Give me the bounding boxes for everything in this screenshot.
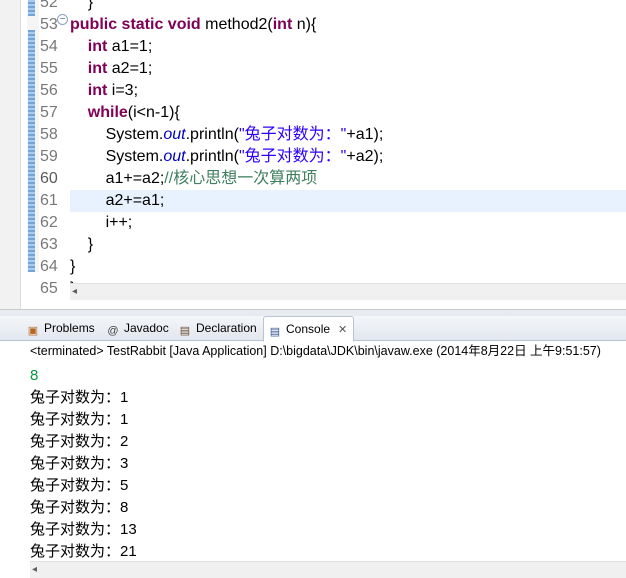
close-icon[interactable]: ✕	[338, 324, 347, 336]
code-text: i=3;	[107, 82, 139, 99]
line-number: 64	[40, 258, 58, 275]
line-number-gutter: 52 53 54 55 56 57 58 59 60 61 62 63 64 6…	[40, 0, 60, 300]
code-text: method2(	[200, 16, 273, 33]
keyword: while	[87, 104, 128, 121]
code-text: a1+=a2;	[105, 170, 165, 187]
console-line: 兔子对数为：8	[30, 499, 129, 516]
line-number: 58	[40, 126, 58, 143]
line-number: 63	[40, 236, 58, 253]
code-line: }	[70, 0, 626, 14]
declaration-icon: ▤	[179, 325, 191, 337]
console-line: 兔子对数为：1	[30, 389, 129, 406]
code-text: }	[87, 0, 94, 11]
keyword: public static void	[70, 16, 201, 33]
keyword: int	[272, 16, 293, 33]
editor-left-margin	[0, 0, 21, 309]
console-output[interactable]: 8 兔子对数为：1 兔子对数为：1 兔子对数为：2 兔子对数为：3 兔子对数为：…	[30, 365, 626, 563]
code-text: (i<n-1){	[127, 104, 180, 121]
code-text: n){	[292, 16, 317, 33]
console-icon: ▤	[269, 326, 281, 338]
console-input-line: 8	[30, 367, 39, 384]
console-line: 兔子对数为：13	[30, 521, 137, 538]
code-line: }	[70, 256, 626, 278]
code-editor[interactable]: 52 53 54 55 56 57 58 59 60 61 62 63 64 6…	[0, 0, 626, 310]
console-status-header: <terminated> TestRabbit [Java Applicatio…	[30, 344, 601, 358]
console-horizontal-scrollbar[interactable]: ◂	[30, 561, 626, 578]
line-number: 55	[40, 60, 58, 77]
code-text: a2+=a1;	[105, 192, 165, 209]
line-number: 62	[40, 214, 58, 231]
code-line: i++;	[70, 212, 626, 234]
keyword: int	[87, 82, 108, 99]
code-line: a1+=a2;//核心思想一次算两项	[70, 168, 626, 190]
code-text: System.	[105, 148, 164, 165]
console-line: 兔子对数为：3	[30, 455, 129, 472]
code-text: a1=1;	[107, 38, 153, 55]
view-tab-bar: ▣ Problems @ Javadoc ▤ Declaration ▤ Console…	[0, 316, 626, 342]
code-line: int a1=1;	[70, 36, 626, 58]
tab-console[interactable]: ▤ Console ✕	[263, 316, 355, 342]
tab-problems[interactable]: ▣ Problems	[26, 316, 95, 340]
tab-label: Declaration	[196, 321, 257, 335]
console-line: 兔子对数为：1	[30, 411, 129, 428]
line-number: 60	[40, 170, 58, 187]
console-line: 兔子对数为：21	[30, 543, 137, 560]
at-icon: @	[107, 325, 119, 337]
line-number: 54	[40, 38, 58, 55]
code-text: a2=1;	[107, 60, 153, 77]
code-text: +a1);	[346, 126, 384, 143]
code-line: System.out.println("兔子对数为："+a2);	[70, 146, 626, 168]
tab-javadoc[interactable]: @ Javadoc	[106, 316, 169, 340]
code-text: System.	[105, 126, 164, 143]
tab-label: Console	[286, 322, 331, 336]
code-line: System.out.println("兔子对数为："+a1);	[70, 124, 626, 146]
code-text: .println(	[185, 126, 239, 143]
line-number: 57	[40, 104, 58, 121]
collapse-icon[interactable]: −	[57, 14, 68, 25]
code-line: int a2=1;	[70, 58, 626, 80]
console-line: 兔子对数为：5	[30, 477, 129, 494]
code-comment: //核心思想一次算两项	[164, 170, 318, 187]
field-reference: out	[163, 126, 186, 143]
code-text: }	[70, 258, 76, 275]
console-line: 兔子对数为：2	[30, 433, 129, 450]
change-marker	[28, 0, 35, 16]
current-line: a2+=a1;	[70, 190, 626, 212]
editor-horizontal-scrollbar[interactable]: ◂	[70, 283, 626, 300]
code-area[interactable]: } public static void method2(int n){ int…	[70, 0, 626, 300]
string-literal: "兔子对数为："	[238, 126, 347, 143]
code-text: .println(	[185, 148, 239, 165]
line-number: 56	[40, 82, 58, 99]
line-number: 65	[40, 280, 58, 297]
code-line: while(i<n-1){	[70, 102, 626, 124]
scroll-left-icon[interactable]: ◂	[72, 284, 77, 300]
line-number: 61	[40, 192, 58, 209]
code-text: +a2);	[346, 148, 384, 165]
tab-label: Problems	[44, 321, 95, 335]
field-reference: out	[163, 148, 186, 165]
code-text: }	[87, 236, 94, 253]
line-number: 59	[40, 148, 58, 165]
keyword: int	[87, 60, 108, 77]
code-line: public static void method2(int n){	[70, 14, 626, 36]
scroll-left-icon[interactable]: ◂	[32, 562, 37, 578]
line-number: 52	[40, 0, 58, 11]
tab-declaration[interactable]: ▤ Declaration	[178, 316, 257, 340]
code-text: i++;	[105, 214, 133, 231]
problems-icon: ▣	[27, 325, 39, 337]
string-literal: "兔子对数为："	[238, 148, 347, 165]
tab-label: Javadoc	[124, 321, 169, 335]
annotation-ruler	[27, 0, 39, 272]
change-marker	[28, 30, 35, 272]
code-line: int i=3;	[70, 80, 626, 102]
keyword: int	[87, 38, 108, 55]
code-line: }	[70, 234, 626, 256]
